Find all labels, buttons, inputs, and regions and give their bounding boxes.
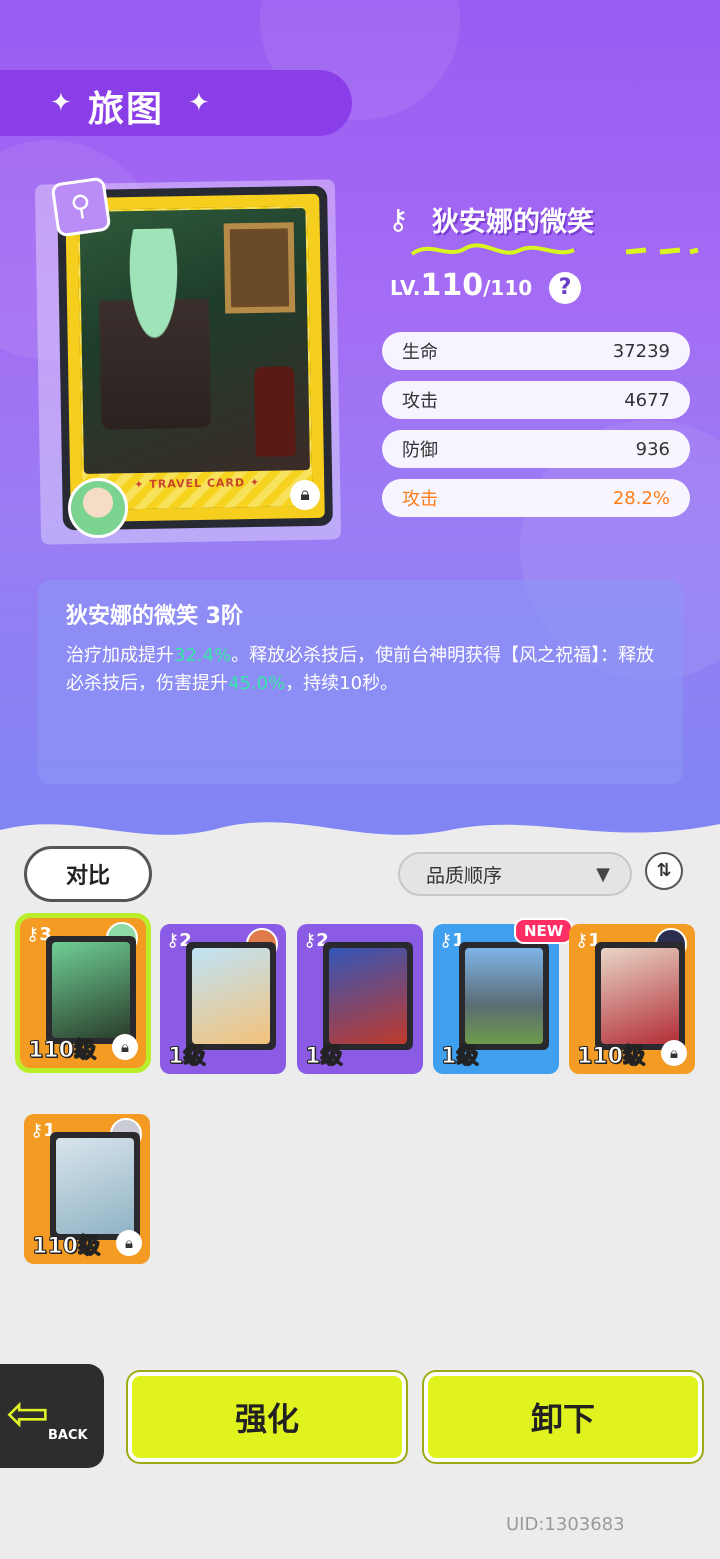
squiggle-decoration: [410, 243, 699, 256]
card-level-label: 1级: [440, 1044, 479, 1070]
skill-title: 狄安娜的微笑 3阶: [66, 604, 243, 629]
chevron-down-icon: ▼: [596, 863, 610, 885]
inventory-card[interactable]: ⚷1 110级 🔒︎: [24, 1114, 150, 1264]
skill-value: 45.0%: [228, 673, 286, 694]
inventory-card[interactable]: ⚷1 110级 🔒︎: [569, 924, 695, 1074]
avatar: [68, 478, 128, 538]
skill-text-part: ，持续10秒。: [285, 673, 399, 694]
inventory-card[interactable]: ⚷2 1级: [297, 924, 423, 1074]
character-figure: [97, 227, 212, 430]
help-icon[interactable]: ?: [549, 272, 581, 304]
back-label: BACK: [48, 1428, 88, 1443]
lock-icon[interactable]: 🔒︎: [112, 1034, 138, 1060]
card-thumbnail: [459, 942, 549, 1050]
stat-value: 936: [635, 438, 670, 460]
stat-defense: 防御 936: [382, 430, 690, 468]
back-arrow-icon: ⇦: [6, 1384, 50, 1444]
card-level-label: 110级: [32, 1234, 101, 1260]
card-thumbnail: [595, 942, 685, 1050]
skill-value: 32.4%: [174, 645, 232, 666]
lock-icon[interactable]: 🔒︎: [290, 480, 320, 510]
stat-value: 4677: [624, 389, 670, 411]
card-level-label: 110级: [577, 1044, 646, 1070]
sort-dropdown[interactable]: 品质顺序 ▼: [398, 852, 632, 896]
card-thumbnail: [323, 942, 413, 1050]
skill-text: 治疗加成提升32.4%。释放必杀技后，使前台神明获得【风之祝福】：释放必杀技后，…: [66, 642, 655, 698]
stat-label: 生命: [402, 342, 438, 363]
key-icon: ⚲: [50, 176, 112, 238]
inventory-card[interactable]: ⚷3 110级 🔒︎: [15, 913, 151, 1073]
stat-hp: 生命 37239: [382, 332, 690, 370]
card-level: LV.110/110: [390, 268, 532, 303]
stat-value: 28.2%: [612, 487, 670, 509]
card-level-label: 110级: [28, 1038, 97, 1064]
sparkle-icon: ✦: [188, 88, 210, 118]
level-prefix: LV.: [390, 276, 421, 300]
sort-order-toggle[interactable]: ⇅: [645, 852, 683, 890]
card-name: 狄安娜的微笑: [432, 207, 594, 238]
key-icon: ⚷: [388, 202, 409, 236]
unequip-button[interactable]: 卸下: [424, 1372, 702, 1462]
inventory-card[interactable]: ⚷1 1级: [433, 924, 559, 1074]
compare-button[interactable]: 对比: [24, 846, 152, 902]
sort-label: 品质顺序: [426, 864, 503, 887]
stat-label: 攻击: [402, 489, 438, 510]
stat-label: 攻击: [402, 391, 438, 412]
card-level-label: 1级: [167, 1044, 206, 1070]
card-thumbnail: [46, 936, 136, 1044]
enhance-button[interactable]: 强化: [128, 1372, 406, 1462]
stat-attack: 攻击 4677: [382, 381, 690, 419]
lock-icon[interactable]: 🔒︎: [116, 1230, 142, 1256]
painting-illustration: [223, 222, 296, 314]
stat-label: 防御: [402, 440, 438, 461]
skill-text-part: 治疗加成提升: [66, 645, 174, 666]
new-badge: NEW: [514, 918, 574, 944]
stat-value: 37239: [612, 340, 670, 362]
level-max: /110: [483, 276, 533, 300]
card-thumbnail: [186, 942, 276, 1050]
stat-attack-bonus: 攻击 28.2%: [382, 479, 690, 517]
skill-description-box: 狄安娜的微笑 3阶 治疗加成提升32.4%。释放必杀技后，使前台神明获得【风之祝…: [38, 580, 683, 784]
card-thumbnail: [50, 1132, 140, 1240]
inventory-card[interactable]: ⚷2 1级: [160, 924, 286, 1074]
card-name-row: ⚷ 狄安娜的微笑: [388, 200, 594, 239]
lock-icon[interactable]: 🔒︎: [661, 1040, 687, 1066]
card-level-label: 1级: [304, 1044, 343, 1070]
back-button[interactable]: ⇦ BACK: [0, 1364, 104, 1468]
wave-divider: [0, 822, 720, 850]
page-title: 旅图: [88, 89, 165, 130]
user-id: UID:1303683: [506, 1514, 625, 1535]
bottle-illustration: [254, 366, 296, 457]
level-current: 110: [420, 268, 484, 303]
sparkle-icon: ✦: [50, 88, 72, 118]
